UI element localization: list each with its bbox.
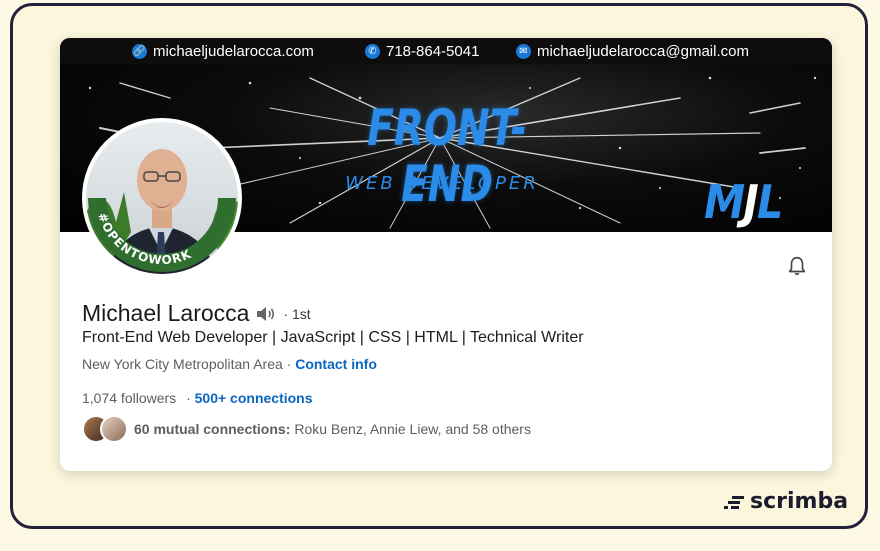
scrimba-mark-icon bbox=[724, 495, 744, 509]
mutual-avatar-2 bbox=[100, 415, 128, 443]
profile-card: 🔗 michaeljudelarocca.com ✆ 718-864-5041 … bbox=[60, 38, 832, 471]
stats-separator: · bbox=[186, 390, 191, 406]
profile-name: Michael Larocca bbox=[82, 300, 250, 326]
contact-info-link[interactable]: Contact info bbox=[295, 356, 377, 372]
profile-headline: Front-End Web Developer | JavaScript | C… bbox=[82, 329, 584, 346]
bell-icon[interactable] bbox=[786, 254, 808, 278]
speaker-icon[interactable] bbox=[255, 305, 277, 323]
profile-name-row: Michael Larocca · 1st bbox=[82, 300, 311, 327]
phone-icon: ✆ bbox=[365, 43, 380, 59]
phone-text: 718-864-5041 bbox=[386, 42, 480, 60]
mail-icon: ✉ bbox=[516, 43, 531, 59]
scrimba-wordmark: scrimba bbox=[750, 489, 849, 514]
mutual-names: Roku Benz, Annie Liew, and 58 others bbox=[294, 421, 531, 437]
website-text: michaeljudelarocca.com bbox=[153, 42, 314, 60]
mutual-connections[interactable]: 60 mutual connections: Roku Benz, Annie … bbox=[82, 414, 531, 444]
email-item[interactable]: ✉ michaeljudelarocca@gmail.com bbox=[516, 42, 749, 60]
svg-text:#OPENTOWORK: #OPENTOWORK bbox=[95, 211, 194, 268]
scrimba-logo: scrimba bbox=[724, 489, 848, 514]
mutual-count: 60 mutual connections: bbox=[134, 421, 291, 437]
link-icon: 🔗 bbox=[132, 43, 147, 59]
contact-bar: 🔗 michaeljudelarocca.com ✆ 718-864-5041 … bbox=[60, 38, 832, 64]
profile-location-row: New York City Metropolitan Area · Contac… bbox=[82, 356, 377, 372]
followers-count: 1,074 followers bbox=[82, 390, 177, 406]
profile-stats: 1,074 followers · 500+ connections bbox=[82, 390, 313, 406]
connections-link[interactable]: 500+ connections bbox=[195, 390, 313, 406]
connection-degree: · 1st bbox=[283, 305, 311, 322]
profile-location: New York City Metropolitan Area · bbox=[82, 356, 292, 372]
banner-subtitle: WEB DEVELOPER bbox=[345, 173, 539, 194]
banner-title: FRONT-END bbox=[367, 99, 527, 213]
monogram-j: J bbox=[743, 175, 758, 229]
profile-photo: #OPENTOWORK bbox=[86, 122, 238, 274]
phone-item[interactable]: ✆ 718-864-5041 bbox=[365, 42, 479, 60]
monogram-m: M bbox=[704, 175, 745, 229]
profile-avatar[interactable]: #OPENTOWORK bbox=[82, 118, 242, 278]
opentowork-badge: #OPENTOWORK bbox=[95, 211, 193, 268]
monogram-l: L bbox=[757, 175, 783, 229]
website-item[interactable]: 🔗 michaeljudelarocca.com bbox=[132, 42, 314, 60]
opentowork-ring: #OPENTOWORK bbox=[88, 198, 236, 272]
banner-monogram: MJL bbox=[704, 175, 783, 229]
email-text: michaeljudelarocca@gmail.com bbox=[537, 42, 749, 60]
